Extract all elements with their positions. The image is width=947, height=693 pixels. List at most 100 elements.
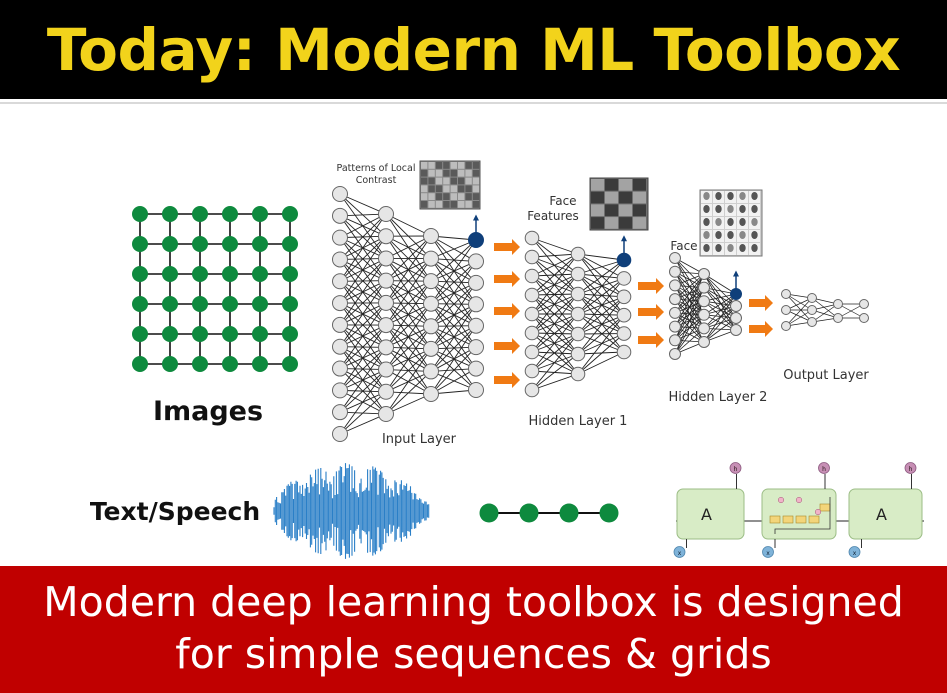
filter-patch — [428, 169, 435, 177]
network-node — [570, 246, 586, 262]
network-node — [859, 313, 869, 323]
filter-patch — [428, 162, 435, 169]
face-shape — [715, 244, 722, 252]
network-node — [332, 229, 348, 246]
rnn-gate — [795, 515, 807, 524]
grid-node — [282, 236, 298, 252]
filter-patch — [428, 201, 435, 208]
network-node — [468, 339, 484, 356]
network-node — [524, 344, 540, 360]
grid-node — [282, 326, 298, 342]
rnn-input-label: x — [766, 550, 770, 557]
network-node — [524, 363, 540, 379]
diagram-area: Images Patterns of Local Contrast Face F… — [0, 104, 947, 566]
face-shape — [715, 218, 722, 226]
network-node — [378, 361, 394, 378]
diagram-canvas: Images Patterns of Local Contrast Face F… — [90, 160, 924, 559]
feature-patch — [633, 204, 646, 217]
images-label: Images — [153, 396, 263, 427]
filter-patch — [472, 185, 480, 193]
network-node — [669, 320, 681, 333]
flow-arrow — [638, 332, 664, 348]
network-node — [616, 344, 632, 360]
face-shape — [727, 192, 734, 200]
filter-patch — [465, 169, 472, 177]
network-node — [468, 317, 484, 334]
filter-patch — [465, 177, 472, 185]
filter-patch — [465, 193, 472, 200]
rnn-cell-label: A — [701, 505, 712, 524]
flow-arrow — [494, 239, 520, 255]
filter-patch — [435, 169, 443, 177]
feature-patch — [619, 204, 632, 217]
network-node — [524, 230, 540, 246]
grid-node — [252, 356, 268, 372]
filter-patch — [450, 185, 457, 193]
face-shape — [739, 205, 746, 213]
network-node — [669, 293, 681, 306]
network-node — [616, 271, 632, 286]
flow-arrow — [638, 304, 664, 320]
filter-patch — [435, 185, 443, 193]
face-shape — [703, 244, 710, 252]
network-node — [669, 334, 681, 347]
rnn-output-label: h — [734, 466, 738, 473]
network-node — [781, 289, 791, 299]
network-node — [423, 228, 439, 244]
chain-node — [559, 503, 579, 523]
filter-patch — [428, 193, 435, 200]
network-node — [616, 326, 632, 341]
flow-arrow — [494, 338, 520, 354]
network-node — [698, 322, 710, 335]
filter-patch — [450, 162, 457, 169]
network-node — [332, 273, 348, 290]
network-node — [616, 307, 632, 323]
filter-patch — [472, 201, 480, 208]
face-shape — [751, 218, 758, 226]
speech-waveform — [273, 463, 430, 559]
feature-patch — [619, 179, 632, 191]
grid-node — [222, 236, 238, 252]
network-node — [332, 338, 348, 355]
network-node — [616, 289, 632, 305]
filter-patch — [435, 177, 443, 185]
face-shape — [703, 231, 710, 239]
network-node — [378, 383, 394, 400]
rnn-input-label: x — [678, 550, 682, 557]
rnn-gate — [808, 515, 820, 524]
network-node — [833, 299, 843, 309]
rnn-output-label: h — [822, 466, 826, 473]
filter-patch — [443, 169, 450, 177]
input-layer-label: Input Layer — [382, 432, 457, 447]
network-node — [524, 382, 540, 398]
filter-patch — [458, 185, 465, 193]
grid-node — [192, 206, 208, 222]
network-node — [730, 312, 742, 324]
title-bar: Today: Modern ML Toolbox — [0, 0, 947, 99]
filter-patch — [421, 169, 428, 177]
grid-node — [162, 356, 178, 372]
filter-patch — [443, 185, 450, 193]
grid-node — [252, 206, 268, 222]
grid-node — [192, 266, 208, 282]
network-node — [669, 348, 681, 360]
feature-patch — [591, 191, 604, 204]
network-node — [468, 382, 484, 398]
output-layer-label: Output Layer — [783, 368, 869, 383]
network-node — [378, 317, 394, 334]
grid-node — [222, 206, 238, 222]
rnn-op — [777, 496, 785, 504]
grid-node — [222, 356, 238, 372]
filter-patch — [472, 193, 480, 200]
network-node — [332, 426, 348, 442]
grid-node — [162, 326, 178, 342]
network-node — [423, 363, 439, 380]
feature-node — [730, 288, 742, 300]
network-node — [730, 324, 742, 336]
feature-patch — [605, 191, 618, 204]
face-shape — [739, 218, 746, 226]
face-shape — [739, 231, 746, 239]
rnn-output-label: h — [909, 466, 913, 473]
network-node — [423, 250, 439, 267]
grid-node — [252, 266, 268, 282]
